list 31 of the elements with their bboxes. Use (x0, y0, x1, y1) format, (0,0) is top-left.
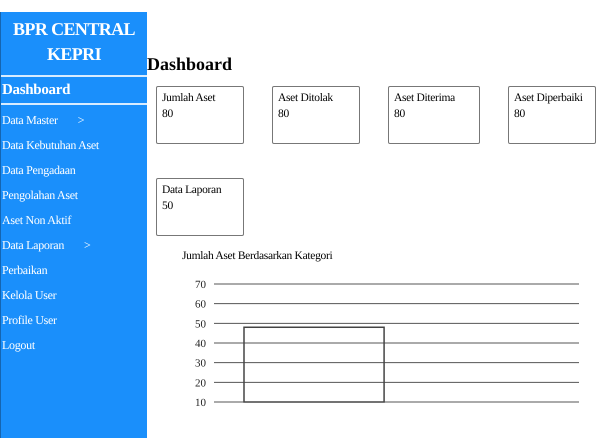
sidebar-item[interactable]: Data Laporan > (1, 233, 147, 258)
sidebar-item[interactable]: Data Pengadaan (1, 158, 147, 183)
sidebar-item[interactable]: Dashboard (1, 77, 147, 105)
page-title: Dashboard (147, 53, 234, 76)
axis-tick-label: 10 (195, 397, 206, 408)
card-label: Aset Diperbaiki (514, 91, 584, 106)
brand-title: BPR CENTRAL KEPRI (1, 12, 147, 77)
card-label: Data Laporan (162, 183, 222, 198)
chart-title: Jumlah Aset Berdasarkan Kategori (182, 250, 334, 262)
axis-tick-label: 60 (195, 298, 206, 311)
sidebar-item[interactable]: Logout (1, 333, 147, 358)
axis-tick-label: 20 (195, 377, 206, 390)
card-label: Aset Ditolak (278, 91, 334, 106)
card-value: 80 (394, 107, 406, 122)
card-value: 80 (278, 107, 290, 122)
axis-tick-label: 70 (195, 279, 206, 291)
axis-tick-label: 40 (195, 338, 206, 350)
sidebar-item[interactable]: Aset Non Aktif (1, 208, 147, 233)
axis-tick-label: 30 (195, 358, 206, 370)
sidebar-item[interactable]: Pengolahan Aset (1, 183, 147, 208)
card-value: 80 (162, 107, 174, 122)
axis-tick-label: 50 (195, 318, 206, 330)
card-label: Aset Diterima (394, 91, 456, 106)
sidebar-item[interactable]: Perbaikan (1, 258, 147, 283)
sidebar-item[interactable]: Data Master > (1, 108, 147, 133)
sidebar-item[interactable]: Data Kebutuhan Aset (1, 133, 147, 158)
sidebar-item[interactable]: Profile User (1, 308, 147, 333)
card-value: 80 (514, 107, 526, 122)
card-label: Jumlah Aset (162, 91, 216, 106)
card-value: 50 (162, 199, 174, 214)
sidebar-item[interactable]: Kelola User (1, 283, 147, 308)
